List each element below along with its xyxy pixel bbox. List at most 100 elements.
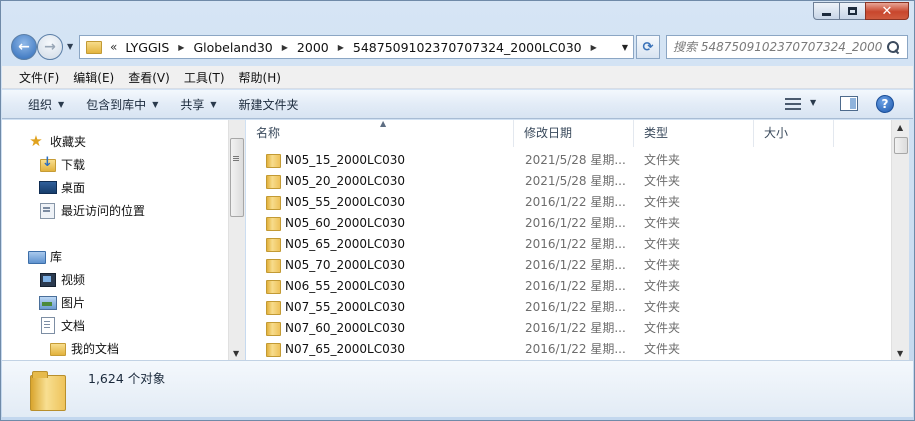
nav-my-documents[interactable]: 我的文档 [49, 338, 119, 358]
nav-downloads[interactable]: 下载 [39, 154, 85, 174]
file-list-scrollbar[interactable]: ▲ ▼ [891, 120, 909, 360]
file-date: 2016/1/22 星期... [525, 300, 626, 314]
table-row[interactable]: N05_15_2000LC030 2021/5/28 星期... 文件夹 [246, 149, 891, 170]
breadcrumb-item[interactable]: LYGGIS [120, 40, 174, 55]
refresh-button[interactable]: ⟳ [636, 35, 660, 59]
desktop-icon [39, 179, 57, 195]
file-name: N07_55_2000LC030 [285, 299, 406, 314]
table-row[interactable]: N07_60_2000LC030 2016/1/22 星期... 文件夹 [246, 317, 891, 338]
column-size-label: 大小 [764, 126, 789, 140]
table-row[interactable]: N05_20_2000LC030 2021/5/28 星期... 文件夹 [246, 170, 891, 191]
table-row[interactable]: N05_65_2000LC030 2016/1/22 星期... 文件夹 [246, 233, 891, 254]
table-row[interactable]: N07_55_2000LC030 2016/1/22 星期... 文件夹 [246, 296, 891, 317]
folder-icon [265, 237, 281, 252]
breadcrumb-item[interactable]: Globeland30 [188, 40, 277, 55]
nav-libraries[interactable]: 库 [28, 246, 62, 266]
scrollbar-thumb[interactable] [230, 138, 244, 217]
address-bar[interactable]: « LYGGIS ▶ Globeland30 ▶ 2000 ▶ 54875091… [79, 35, 634, 59]
file-date: 2016/1/22 星期... [525, 342, 626, 356]
table-row[interactable]: N05_60_2000LC030 2016/1/22 星期... 文件夹 [246, 212, 891, 233]
command-bar: 组织 ▼ 包含到库中 ▼ 共享 ▼ 新建文件夹 ▼ ? [2, 90, 913, 119]
recent-places-icon [39, 202, 55, 219]
file-name: N05_20_2000LC030 [285, 173, 406, 188]
column-header-name[interactable]: ▲ 名称 [246, 120, 514, 147]
explorer-window: ✕ ← → ▼ « LYGGIS ▶ Globeland30 ▶ 2000 ▶ … [0, 0, 915, 421]
navigation-pane-scrollbar[interactable]: ▼ [228, 120, 245, 360]
organize-button[interactable]: 组织 ▼ [20, 96, 72, 113]
folder-icon [265, 216, 281, 231]
details-pane: 1,624 个对象 [2, 360, 913, 417]
menu-edit[interactable]: 编辑(E) [66, 69, 121, 86]
file-name: N06_55_2000LC030 [285, 278, 406, 293]
column-header-date[interactable]: 修改日期 [514, 120, 634, 147]
file-type: 文件夹 [644, 300, 681, 314]
table-row[interactable]: N06_55_2000LC030 2016/1/22 星期... 文件夹 [246, 275, 891, 296]
breadcrumb-separator-icon[interactable]: ▶ [334, 43, 348, 52]
new-folder-label: 新建文件夹 [238, 97, 299, 112]
nav-recent-label: 最近访问的位置 [61, 203, 146, 218]
recent-pages-dropdown[interactable]: ▼ [67, 42, 73, 51]
column-type-label: 类型 [644, 126, 669, 140]
close-button[interactable]: ✕ [865, 2, 909, 20]
search-icon[interactable] [886, 40, 900, 54]
address-dropdown[interactable]: ▼ [617, 43, 633, 52]
column-header-size[interactable]: 大小 [754, 120, 834, 147]
preview-pane-icon[interactable] [840, 96, 858, 111]
scroll-up-icon[interactable]: ▲ [897, 123, 903, 132]
file-name: N05_15_2000LC030 [285, 152, 406, 167]
search-box[interactable] [666, 35, 908, 59]
document-icon [39, 317, 55, 334]
folder-icon [265, 342, 281, 357]
breadcrumb-separator-icon[interactable]: ▶ [278, 43, 292, 52]
picture-icon [39, 294, 57, 310]
help-glyph: ? [881, 97, 889, 111]
nav-documents[interactable]: 文档 [39, 315, 85, 335]
breadcrumb-item[interactable]: 5487509102370707324_2000LC030 [348, 40, 587, 55]
scroll-down-icon[interactable]: ▼ [897, 349, 903, 358]
file-date: 2021/5/28 星期... [525, 174, 626, 188]
menu-file[interactable]: 文件(F) [12, 69, 66, 86]
chevron-down-icon: ▼ [210, 99, 217, 109]
maximize-icon [848, 7, 857, 15]
forward-button[interactable]: → [37, 34, 63, 60]
breadcrumb-separator-icon[interactable]: ▶ [587, 43, 601, 52]
file-name: N07_60_2000LC030 [285, 320, 406, 335]
file-rows: N05_15_2000LC030 2021/5/28 星期... 文件夹 N05_2… [246, 149, 891, 359]
new-folder-button[interactable]: 新建文件夹 [231, 96, 307, 113]
nav-pictures[interactable]: 图片 [39, 292, 85, 312]
minimize-button[interactable] [813, 2, 840, 20]
back-arrow-icon: ← [18, 39, 30, 55]
breadcrumb-item[interactable]: 2000 [292, 40, 334, 55]
star-icon: ★ [29, 132, 43, 150]
chevron-down-icon: ▼ [58, 99, 65, 109]
file-type: 文件夹 [644, 321, 681, 335]
table-row[interactable]: N05_55_2000LC030 2016/1/22 星期... 文件夹 [246, 191, 891, 212]
file-date: 2016/1/22 星期... [525, 216, 626, 230]
scroll-down-icon[interactable]: ▼ [233, 349, 239, 358]
breadcrumb-overflow[interactable]: « [106, 40, 120, 54]
nav-desktop[interactable]: 桌面 [39, 177, 85, 197]
search-input[interactable] [667, 37, 882, 57]
table-row[interactable]: N07_65_2000LC030 2016/1/22 星期... 文件夹 [246, 338, 891, 359]
views-dropdown[interactable]: ▼ [810, 98, 816, 107]
menu-view[interactable]: 查看(V) [121, 69, 177, 86]
breadcrumb-separator-icon[interactable]: ▶ [174, 43, 188, 52]
nav-favorites[interactable]: ★ 收藏夹 [28, 131, 86, 151]
menu-help[interactable]: 帮助(H) [232, 69, 288, 86]
nav-videos[interactable]: 视频 [39, 269, 85, 289]
table-row[interactable]: N05_70_2000LC030 2016/1/22 星期... 文件夹 [246, 254, 891, 275]
scrollbar-thumb[interactable] [894, 137, 908, 154]
menu-tools[interactable]: 工具(T) [177, 69, 232, 86]
folder-icon [265, 300, 281, 315]
back-button[interactable]: ← [11, 34, 37, 60]
nav-recent[interactable]: 最近访问的位置 [39, 200, 145, 220]
help-icon[interactable]: ? [876, 95, 894, 113]
share-button[interactable]: 共享 ▼ [172, 96, 224, 113]
column-header-type[interactable]: 类型 [634, 120, 754, 147]
file-list: ▲ 名称 修改日期 类型 大小 N05_15_2000LC030 2021/5/2… [246, 120, 891, 360]
include-library-button[interactable]: 包含到库中 ▼ [78, 96, 166, 113]
close-icon: ✕ [881, 3, 893, 19]
maximize-button[interactable] [839, 2, 866, 20]
folder-icon [265, 279, 281, 294]
views-icon[interactable] [785, 97, 801, 111]
